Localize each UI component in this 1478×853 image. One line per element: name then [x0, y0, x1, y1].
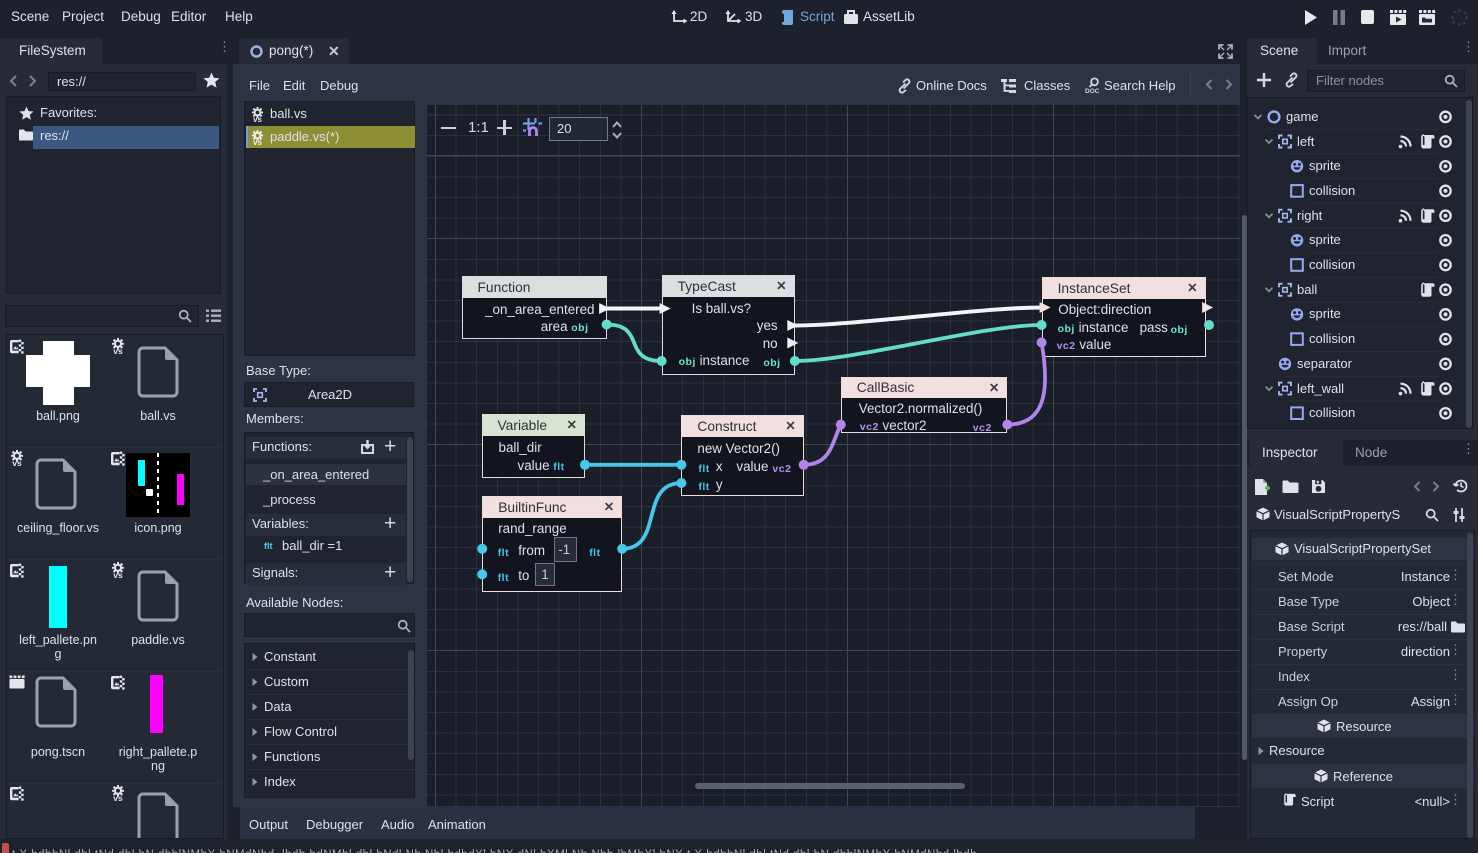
svg-text:vs: vs: [253, 115, 262, 124]
svg-text:vs: vs: [253, 138, 262, 147]
svg-text:vs: vs: [113, 793, 123, 803]
svg-text:vs: vs: [12, 458, 22, 468]
svg-text:DOC: DOC: [1085, 88, 1100, 95]
svg-text:vs: vs: [113, 570, 123, 580]
svg-text:vs: vs: [113, 346, 123, 356]
